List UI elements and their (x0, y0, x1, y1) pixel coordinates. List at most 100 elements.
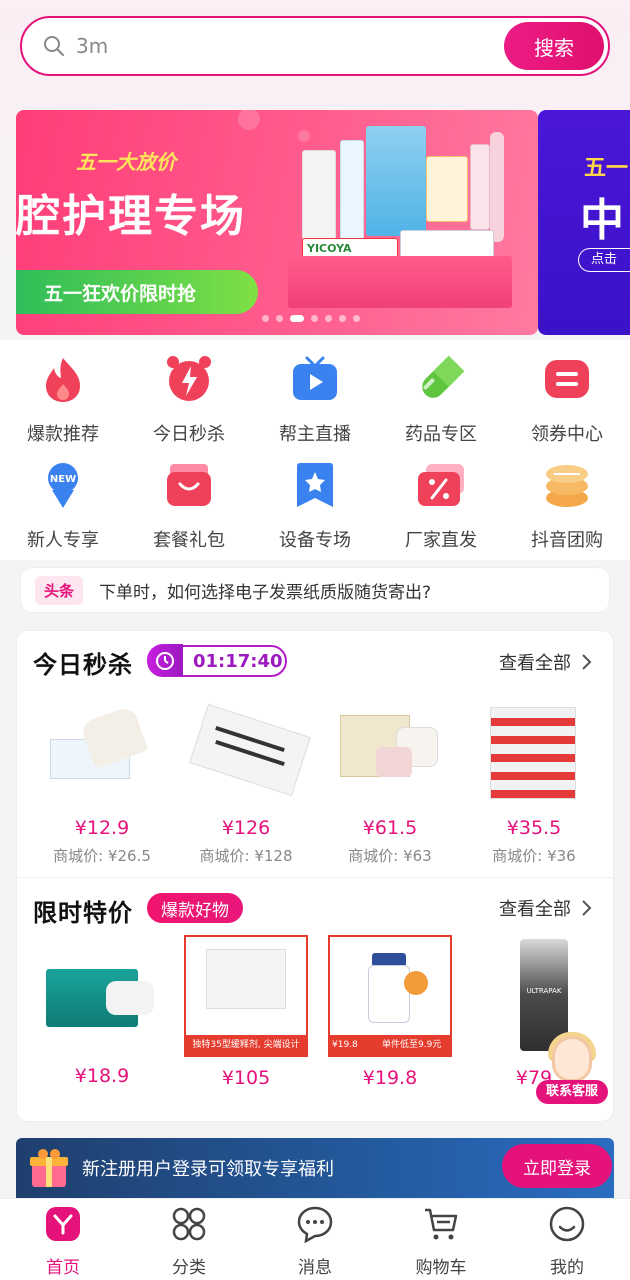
category-hot[interactable]: 爆款推荐 (0, 354, 126, 446)
banner-bubble (238, 110, 260, 130)
countdown-timer: 01:17:40 (147, 644, 287, 677)
banner-title: 腔护理专场 (16, 191, 246, 242)
carousel-dot[interactable] (339, 315, 346, 322)
next-banner-peek[interactable]: 五一 中 点击 (538, 110, 630, 335)
tab-cart[interactable]: 购物车 (378, 1205, 504, 1278)
category-douyin-group[interactable]: 抖音团购 (504, 460, 630, 552)
banner-tag: 五一大放价 (76, 150, 176, 174)
chat-bubble-icon (297, 1206, 333, 1244)
category-grid-icon (172, 1207, 206, 1241)
next-banner-pill: 点击 (578, 248, 630, 272)
tv-play-icon (293, 356, 337, 400)
carousel-dot[interactable] (325, 315, 332, 322)
carousel-dots (262, 315, 360, 322)
category-label: 今日秒杀 (153, 424, 225, 445)
tab-profile[interactable]: 我的 (504, 1205, 630, 1278)
product-kids-paste-image (426, 156, 468, 222)
cart-icon (425, 1208, 458, 1240)
login-promo-bar[interactable]: 新注册用户登录可领取专享福利 立即登录 (16, 1138, 614, 1198)
category-gift-pack[interactable]: 套餐礼包 (126, 460, 252, 552)
next-banner-tag: 五一 (584, 156, 629, 181)
product-caption: 独特35型缓释剂, 尖端设计 (186, 1035, 306, 1055)
news-text[interactable]: 下单时，如何选择电子发票纸质版随货寄出? (99, 578, 431, 603)
tab-category[interactable]: 分类 (126, 1205, 252, 1278)
login-button[interactable]: 立即登录 (502, 1144, 612, 1188)
bottom-tab-bar: 首页 分类 消息 购物车 我的 (0, 1198, 630, 1280)
flame-icon (46, 358, 80, 402)
customer-service-button[interactable]: 联系客服 (536, 1032, 608, 1106)
category-factory-direct[interactable]: 厂家直发 (378, 460, 504, 552)
category-label: 套餐礼包 (153, 530, 225, 551)
flash-product-powder[interactable]: ¥61.5 商城价: ¥63 (317, 707, 463, 866)
login-promo-text: 新注册用户登录可领取专享福利 (82, 1159, 334, 1180)
product-price: ¥126 (221, 817, 271, 839)
customer-service-label: 联系客服 (536, 1080, 608, 1104)
flash-product-gloves[interactable]: ¥12.9 商城价: ¥26.5 (29, 704, 175, 866)
product-electric-brush-image (470, 144, 490, 230)
chevron-right-icon (582, 654, 592, 670)
news-ticker[interactable]: 头条 下单时，如何选择电子发票纸质版随货寄出? (20, 567, 610, 613)
category-live[interactable]: 帮主直播 (252, 354, 378, 446)
search-icon (44, 36, 64, 56)
product-mouthwash-image (340, 140, 364, 240)
category-label: 爆款推荐 (27, 424, 99, 445)
category-equipment[interactable]: 设备专场 (252, 460, 378, 552)
search-input[interactable] (76, 34, 476, 58)
category-label: 领券中心 (531, 424, 603, 445)
product-caption: 单件低至9.9元 (382, 1040, 442, 1050)
tab-messages[interactable]: 消息 (252, 1205, 378, 1278)
carousel-dot[interactable] (262, 315, 269, 322)
svg-text:NEW: NEW (50, 474, 76, 485)
product-image: 独特35型缓释剂, 尖端设计 (184, 935, 308, 1057)
chevron-right-icon (582, 900, 592, 916)
category-flash-sale[interactable]: 今日秒杀 (126, 354, 252, 446)
section-divider (17, 877, 613, 878)
product-mall-price: 商城价: ¥26.5 (53, 847, 151, 865)
flash-product-packets[interactable]: ¥35.5 商城价: ¥36 (461, 707, 607, 866)
banner-pill: 五一狂欢价限时抢 (16, 270, 258, 314)
carousel-dot[interactable] (290, 315, 304, 322)
product-price: ¥12.9 (74, 817, 130, 839)
category-new-user[interactable]: NEW 新人专享 (0, 460, 126, 552)
tab-label: 首页 (46, 1258, 80, 1278)
product-price: ¥18.9 (74, 1065, 130, 1087)
promo-banner[interactable]: 五一大放价 腔护理专场 五一狂欢价限时抢 YICOYA (16, 110, 538, 335)
coupon-icon (545, 360, 589, 398)
special-product-bottle[interactable]: ¥19.8 单件低至9.9元 ¥19.8 (317, 935, 463, 1089)
tab-label: 购物车 (415, 1258, 467, 1278)
product-image (330, 707, 450, 807)
flash-product-probes[interactable]: ¥126 商城价: ¥128 (173, 703, 319, 866)
special-view-all[interactable]: 查看全部 (499, 895, 593, 921)
product-image (42, 935, 162, 1055)
next-banner-title: 中 (580, 195, 624, 246)
special-product-kit[interactable]: 独特35型缓释剂, 尖端设计 ¥105 (173, 935, 319, 1089)
product-caption: ULTRAPAK (526, 987, 562, 995)
special-product-gloves[interactable]: ¥18.9 (29, 935, 175, 1087)
search-button[interactable]: 搜索 (504, 22, 604, 70)
carousel-dot[interactable] (353, 315, 360, 322)
category-coupons[interactable]: 领券中心 (504, 354, 630, 446)
product-price: ¥35.5 (506, 817, 562, 839)
avatar (552, 1036, 592, 1082)
countdown-value: 01:17:40 (193, 650, 283, 672)
deals-panel: 今日秒杀 01:17:40 查看全部 ¥12.9 商城价: ¥26.5 ¥126… (16, 630, 614, 1122)
product-image (474, 707, 594, 807)
home-icon (46, 1207, 80, 1241)
gift-bag-icon (167, 464, 211, 506)
gift-icon (30, 1149, 68, 1187)
search-bar[interactable]: 搜索 (20, 16, 610, 76)
flash-sale-view-all[interactable]: 查看全部 (499, 649, 593, 675)
carousel-dot[interactable] (311, 315, 318, 322)
category-label: 药品专区 (405, 424, 477, 445)
carousel-dot[interactable] (276, 315, 283, 322)
category-medicine[interactable]: 药品专区 (378, 354, 504, 446)
tab-home[interactable]: 首页 (0, 1205, 126, 1278)
product-mall-price: 商城价: ¥128 (199, 847, 293, 865)
tab-label: 分类 (172, 1258, 206, 1278)
tab-label: 我的 (550, 1258, 584, 1278)
clock-icon (147, 644, 183, 676)
news-chip: 头条 (35, 575, 84, 605)
tab-label: 消息 (298, 1258, 332, 1278)
star-bookmark-icon (297, 463, 333, 507)
product-brush-handle-image (490, 132, 504, 242)
